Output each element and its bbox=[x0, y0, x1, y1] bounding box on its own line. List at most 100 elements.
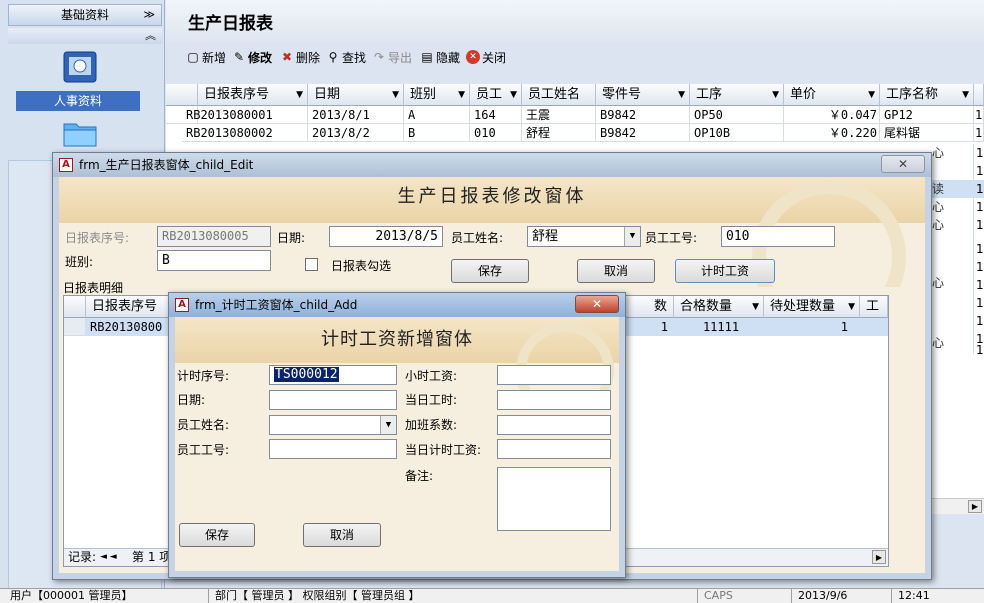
table-cell[interactable]: 王震 bbox=[522, 106, 596, 124]
col-header-label: 员工姓名 bbox=[528, 87, 581, 102]
edit-window-titlebar[interactable]: A frm_生产日报表窗体_child_Edit ✕ bbox=[53, 153, 931, 177]
col-header-date[interactable]: 日期 ▼ bbox=[308, 84, 404, 106]
table-cell[interactable]: 164 bbox=[470, 106, 522, 124]
col-header-empname[interactable]: 员工姓名 bbox=[522, 84, 596, 106]
hourly-wage-field[interactable] bbox=[497, 365, 611, 385]
table-cell[interactable]: 010 bbox=[470, 124, 522, 142]
strip-cell: 心 bbox=[932, 276, 945, 290]
table-cell[interactable]: 舒程 bbox=[522, 124, 596, 142]
col-header-process[interactable]: 工序 ▼ bbox=[690, 84, 784, 106]
delete-button[interactable]: ✖ 删除 bbox=[280, 48, 320, 66]
add-window-titlebar[interactable]: A frm_计时工资窗体_child_Add ✕ bbox=[169, 293, 625, 317]
shift-field[interactable]: B bbox=[157, 250, 271, 271]
row-selector[interactable] bbox=[64, 318, 86, 336]
table-cell[interactable]: B9842 bbox=[596, 106, 690, 124]
edit-save-button[interactable]: 保存 bbox=[451, 259, 529, 283]
strip-cell: 1 bbox=[976, 182, 984, 196]
work-hours-field[interactable] bbox=[497, 390, 611, 410]
ts-serial-value: TS000012 bbox=[274, 367, 339, 382]
overtime-factor-label: 加班系数: bbox=[405, 418, 458, 432]
export-icon: ↷ bbox=[373, 50, 385, 64]
chevron-down-icon: ≫ bbox=[143, 8, 155, 21]
main-grid-empty-area bbox=[930, 354, 984, 498]
detail-col-header[interactable]: 待处理数量 ▼ bbox=[764, 296, 860, 318]
table-cell[interactable]: A bbox=[404, 106, 470, 124]
scroll-right-icon[interactable]: ▶ bbox=[968, 500, 982, 513]
report-checkbox[interactable] bbox=[305, 258, 318, 271]
personnel-icon[interactable] bbox=[60, 48, 100, 88]
collapse-bar[interactable]: ︽ bbox=[8, 28, 162, 44]
serial-field[interactable]: RB2013080005 bbox=[157, 226, 271, 247]
export-button[interactable]: ↷ 导出 bbox=[372, 48, 412, 66]
table-cell[interactable]: 1 bbox=[764, 318, 854, 336]
close-icon: ✕ bbox=[897, 157, 909, 171]
table-cell[interactable]: 2013/8/1 bbox=[308, 106, 404, 124]
detail-col-header[interactable]: 合格数量 ▼ bbox=[674, 296, 764, 318]
ts-date-label: 日期: bbox=[177, 393, 206, 407]
status-caps: CAPS bbox=[697, 589, 789, 603]
table-cell[interactable]: GP12 bbox=[880, 106, 974, 124]
report-checkbox-label: 日报表勾选 bbox=[331, 259, 392, 273]
overtime-factor-field[interactable] bbox=[497, 415, 611, 435]
col-header-serial[interactable]: 日报表序号 ▼ bbox=[198, 84, 308, 106]
remark-field[interactable] bbox=[497, 467, 611, 531]
nav-category-header[interactable]: 基础资料 ≫ bbox=[8, 4, 162, 26]
col-header-part[interactable]: 零件号 ▼ bbox=[596, 84, 690, 106]
table-cell[interactable]: ￥0.220 bbox=[784, 124, 880, 142]
hide-icon: ▤ bbox=[421, 50, 433, 64]
empno-field[interactable]: 010 bbox=[721, 226, 835, 247]
col-header-emp[interactable]: 员工 ▼ bbox=[470, 84, 522, 106]
add-form: 计时工资新增窗体 计时序号: TS000012 日期: 员工姓名: ▼ 员工工号… bbox=[175, 317, 619, 571]
nav-item-personnel[interactable]: 人事资料 bbox=[16, 91, 140, 111]
strip-cell: 1 bbox=[976, 146, 984, 160]
hide-button[interactable]: ▤ 隐藏 bbox=[420, 48, 460, 66]
hourly-wage-label: 小时工资: bbox=[405, 369, 458, 383]
daily-wage-field[interactable] bbox=[497, 439, 611, 459]
chevron-down-icon[interactable]: ▼ bbox=[380, 416, 396, 434]
table-cell[interactable]: 1 bbox=[974, 124, 984, 142]
col-header-label: 日期 bbox=[314, 87, 341, 102]
status-time: 12:41 bbox=[891, 589, 984, 603]
col-header-procname[interactable]: 工序名称 ▼ bbox=[880, 84, 974, 106]
scroll-right-icon[interactable]: ▶ bbox=[872, 550, 886, 564]
ts-date-field[interactable] bbox=[269, 390, 397, 410]
table-cell[interactable]: 2013/8/2 bbox=[308, 124, 404, 142]
edit-button[interactable]: ✎ 修改 bbox=[232, 48, 272, 66]
table-cell[interactable]: OP50 bbox=[690, 106, 784, 124]
ts-name-combo[interactable]: ▼ bbox=[269, 415, 397, 435]
export-button-label: 导出 bbox=[388, 50, 413, 65]
add-window-close-button[interactable]: ✕ bbox=[575, 295, 619, 313]
col-header-shift[interactable]: 班别 ▼ bbox=[404, 84, 470, 106]
ts-empno-field[interactable] bbox=[269, 439, 397, 459]
record-nav-first-icon[interactable]: ◄ ◄ bbox=[100, 549, 117, 566]
new-button[interactable]: ▢ 新增 bbox=[186, 48, 226, 66]
ts-serial-field[interactable]: TS000012 bbox=[269, 365, 397, 385]
table-cell[interactable]: B bbox=[404, 124, 470, 142]
edit-button-label: 修改 bbox=[248, 50, 273, 65]
record-nav-label: 记录: bbox=[68, 550, 97, 564]
new-icon: ▢ bbox=[187, 50, 199, 64]
table-cell[interactable]: B9842 bbox=[596, 124, 690, 142]
chevron-down-icon[interactable]: ▼ bbox=[624, 227, 640, 246]
date-field[interactable]: 2013/8/5 bbox=[329, 226, 443, 247]
table-cell[interactable]: 尾料锯 bbox=[880, 124, 974, 142]
table-cell[interactable]: RB2013080001 bbox=[182, 106, 308, 124]
detail-col-header[interactable]: 工 bbox=[860, 296, 888, 318]
table-cell[interactable]: 1 bbox=[974, 106, 984, 124]
close-button[interactable]: ✕ 关闭 bbox=[466, 48, 506, 66]
name-combo[interactable]: 舒程 ▼ bbox=[527, 226, 641, 247]
col-header-price[interactable]: 单价 ▼ bbox=[784, 84, 880, 106]
chevron-down-icon: ▼ bbox=[962, 90, 969, 100]
add-save-button[interactable]: 保存 bbox=[179, 523, 255, 547]
table-cell[interactable]: RB2013080002 bbox=[182, 124, 308, 142]
edit-cancel-button[interactable]: 取消 bbox=[577, 259, 655, 283]
chevron-down-icon: ▼ bbox=[458, 90, 465, 100]
edit-window-close-button[interactable]: ✕ bbox=[881, 155, 925, 173]
table-cell[interactable]: ￥0.047 bbox=[784, 106, 880, 124]
table-cell[interactable]: 11111 bbox=[674, 318, 764, 336]
add-cancel-button[interactable]: 取消 bbox=[303, 523, 381, 547]
find-button[interactable]: ⚲ 查找 bbox=[326, 48, 366, 66]
table-cell[interactable]: OP10B bbox=[690, 124, 784, 142]
timewage-button[interactable]: 计时工资 bbox=[675, 259, 775, 283]
new-button-label: 新增 bbox=[202, 50, 227, 65]
